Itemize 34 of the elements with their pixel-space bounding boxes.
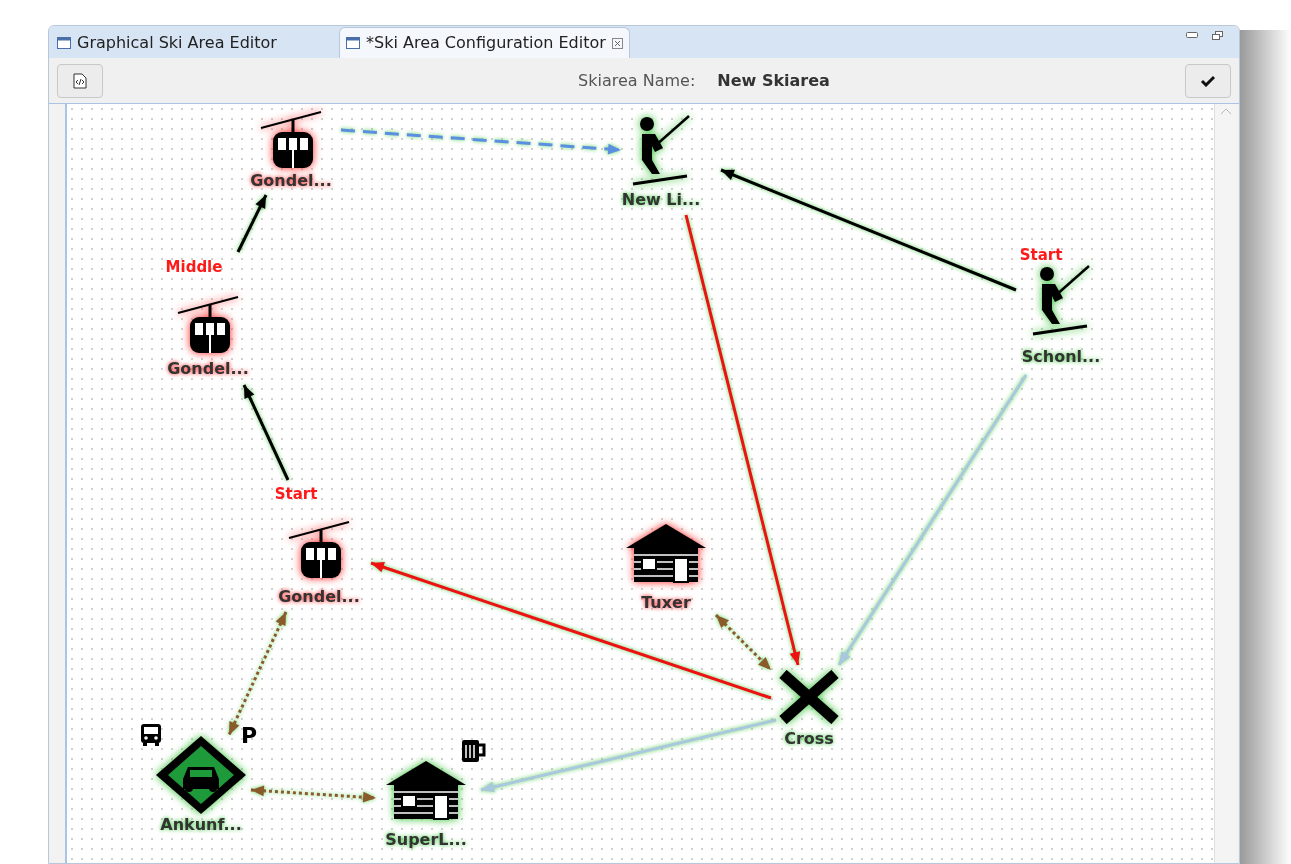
skiarea-name-label: Skiarea Name: <box>578 69 696 92</box>
gondola-icon <box>287 520 351 580</box>
source-button[interactable] <box>57 63 103 98</box>
minimize-icon[interactable] <box>1186 32 1198 38</box>
restore-icon[interactable] <box>1212 31 1223 40</box>
window-icon <box>57 36 71 49</box>
bus-icon <box>140 723 162 747</box>
parking-letter: P <box>240 721 258 750</box>
gondola-icon <box>176 295 240 355</box>
log-cabin-icon <box>624 522 708 584</box>
role-label: Middle <box>165 256 223 278</box>
cross-icon <box>777 670 841 724</box>
node-label: Cross <box>784 728 834 750</box>
node-label: Schonl... <box>1021 346 1101 368</box>
node-label: SuperL... <box>385 829 467 851</box>
window-icon <box>346 37 360 49</box>
beer-mug-icon <box>460 737 488 763</box>
node-label: Gondel... <box>167 358 249 380</box>
skiarea-name-value: New Skiarea <box>717 69 830 92</box>
log-cabin-icon <box>384 759 468 821</box>
node-label: Gondel... <box>250 170 332 192</box>
node-label: Ankunf... <box>160 814 242 836</box>
role-label: Start <box>274 483 318 505</box>
node-label: Tuxer <box>641 592 691 614</box>
role-label: Start <box>1019 244 1063 266</box>
confirm-button[interactable] <box>1185 63 1231 98</box>
node-label: New Li... <box>621 189 701 211</box>
code-file-icon <box>73 72 87 89</box>
close-icon[interactable] <box>611 37 623 49</box>
editor-tab[interactable]: *Ski Area Configuration Editor <box>339 27 630 58</box>
gondola-icon <box>259 110 323 170</box>
node-label: Gondel... <box>278 586 360 608</box>
editor-tab[interactable]: Graphical Ski Area Editor <box>51 27 339 58</box>
check-icon <box>1200 74 1216 87</box>
